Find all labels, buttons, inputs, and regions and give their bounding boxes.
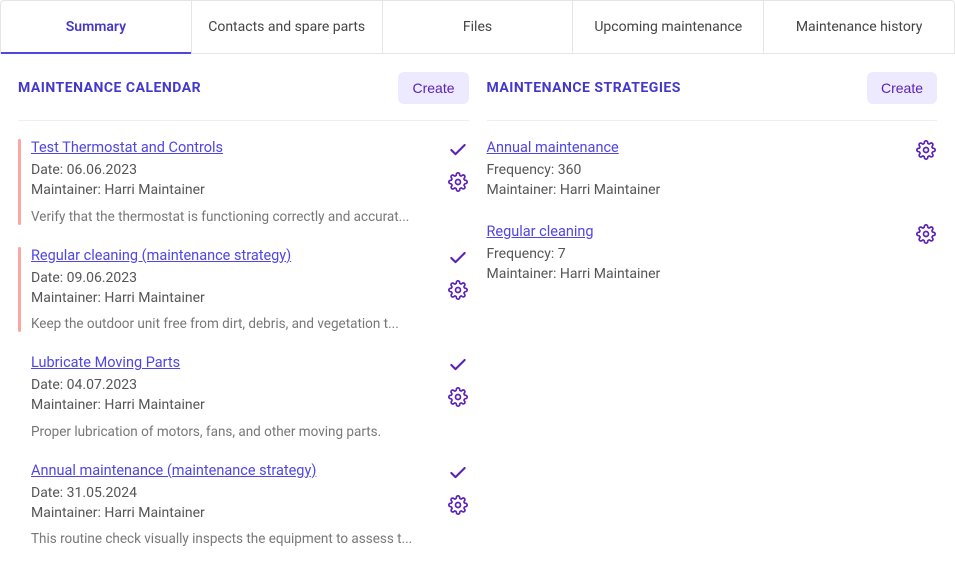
calendar-item-body: Test Thermostat and Controls Date: 06.06.… <box>31 139 437 225</box>
strategies-title: MAINTENANCE STRATEGIES <box>487 80 681 96</box>
calendar-item: Test Thermostat and Controls Date: 06.06.… <box>18 139 469 225</box>
calendar-item-actions <box>447 354 469 408</box>
tab-files[interactable]: Files <box>383 1 574 53</box>
check-icon[interactable] <box>447 354 469 376</box>
calendar-item-date: Date: 31.05.2024 <box>31 483 437 503</box>
gear-icon[interactable] <box>447 494 469 516</box>
strategies-list: Annual maintenanceFrequency: 360Maintain… <box>487 139 938 284</box>
gear-icon[interactable] <box>915 139 937 161</box>
calendar-item-date: Date: 09.06.2023 <box>31 268 437 288</box>
gear-icon[interactable] <box>447 386 469 408</box>
strategies-header: MAINTENANCE STRATEGIES Create <box>487 72 938 121</box>
overdue-accent <box>18 354 21 440</box>
calendar-item: Regular cleaning (maintenance strategy) D… <box>18 247 469 333</box>
calendar-item-desc: Verify that the thermostat is functionin… <box>31 209 437 225</box>
strategy-item-frequency: Frequency: 360 <box>487 160 906 180</box>
strategy-item-actions <box>915 223 937 245</box>
tab-contacts-and-spare-parts[interactable]: Contacts and spare parts <box>192 1 383 53</box>
calendar-column: MAINTENANCE CALENDAR Create Test Thermos… <box>18 72 469 569</box>
check-icon[interactable] <box>447 139 469 161</box>
strategy-item-maintainer: Maintainer: Harri Maintainer <box>487 264 906 284</box>
calendar-item-title[interactable]: Regular cleaning (maintenance strategy) <box>31 247 291 264</box>
tab-summary[interactable]: Summary <box>1 1 192 53</box>
calendar-item-date: Date: 06.06.2023 <box>31 160 437 180</box>
check-icon[interactable] <box>447 247 469 269</box>
calendar-item-desc: Keep the outdoor unit free from dirt, de… <box>31 316 437 332</box>
calendar-item-actions <box>447 462 469 516</box>
tab-maintenance-history[interactable]: Maintenance history <box>764 1 954 53</box>
strategy-item-body: Regular cleaning Frequency: 7Maintainer: … <box>487 223 906 285</box>
calendar-title: MAINTENANCE CALENDAR <box>18 80 201 96</box>
calendar-item-maintainer: Maintainer: Harri Maintainer <box>31 395 437 415</box>
gear-icon[interactable] <box>915 223 937 245</box>
calendar-item-title[interactable]: Lubricate Moving Parts <box>31 354 180 371</box>
calendar-item-body: Regular cleaning (maintenance strategy) D… <box>31 247 437 333</box>
tabs-bar: SummaryContacts and spare partsFilesUpco… <box>0 0 955 54</box>
strategy-item-maintainer: Maintainer: Harri Maintainer <box>487 180 906 200</box>
tab-upcoming-maintenance[interactable]: Upcoming maintenance <box>573 1 764 53</box>
calendar-item: Annual maintenance (maintenance strategy… <box>18 462 469 548</box>
calendar-item: Lubricate Moving Parts Date: 04.07.2023Ma… <box>18 354 469 440</box>
calendar-item-body: Annual maintenance (maintenance strategy… <box>31 462 437 548</box>
overdue-accent <box>18 462 21 548</box>
calendar-create-button[interactable]: Create <box>398 72 468 104</box>
calendar-item-date: Date: 04.07.2023 <box>31 375 437 395</box>
calendar-item-actions <box>447 247 469 301</box>
strategy-item-title[interactable]: Regular cleaning <box>487 223 594 240</box>
calendar-item-maintainer: Maintainer: Harri Maintainer <box>31 288 437 308</box>
content: MAINTENANCE CALENDAR Create Test Thermos… <box>0 54 955 569</box>
gear-icon[interactable] <box>447 171 469 193</box>
strategy-item: Annual maintenance Frequency: 360Maintain… <box>487 139 938 201</box>
calendar-item-body: Lubricate Moving Parts Date: 04.07.2023Ma… <box>31 354 437 440</box>
overdue-accent <box>18 247 21 333</box>
strategies-column: MAINTENANCE STRATEGIES Create Annual mai… <box>487 72 938 569</box>
strategy-item-body: Annual maintenance Frequency: 360Maintain… <box>487 139 906 201</box>
calendar-header: MAINTENANCE CALENDAR Create <box>18 72 469 121</box>
strategy-item-title[interactable]: Annual maintenance <box>487 139 619 156</box>
calendar-item-desc: Proper lubrication of motors, fans, and … <box>31 424 437 440</box>
calendar-item-title[interactable]: Test Thermostat and Controls <box>31 139 223 156</box>
calendar-list: Test Thermostat and Controls Date: 06.06.… <box>18 139 469 547</box>
calendar-item-maintainer: Maintainer: Harri Maintainer <box>31 503 437 523</box>
strategy-item-actions <box>915 139 937 161</box>
calendar-item-desc: This routine check visually inspects the… <box>31 531 437 547</box>
strategy-item-frequency: Frequency: 7 <box>487 244 906 264</box>
overdue-accent <box>18 139 21 225</box>
check-icon[interactable] <box>447 462 469 484</box>
strategies-create-button[interactable]: Create <box>867 72 937 104</box>
calendar-item-maintainer: Maintainer: Harri Maintainer <box>31 180 437 200</box>
strategy-item: Regular cleaning Frequency: 7Maintainer: … <box>487 223 938 285</box>
calendar-item-title[interactable]: Annual maintenance (maintenance strategy… <box>31 462 316 479</box>
calendar-item-actions <box>447 139 469 193</box>
gear-icon[interactable] <box>447 279 469 301</box>
